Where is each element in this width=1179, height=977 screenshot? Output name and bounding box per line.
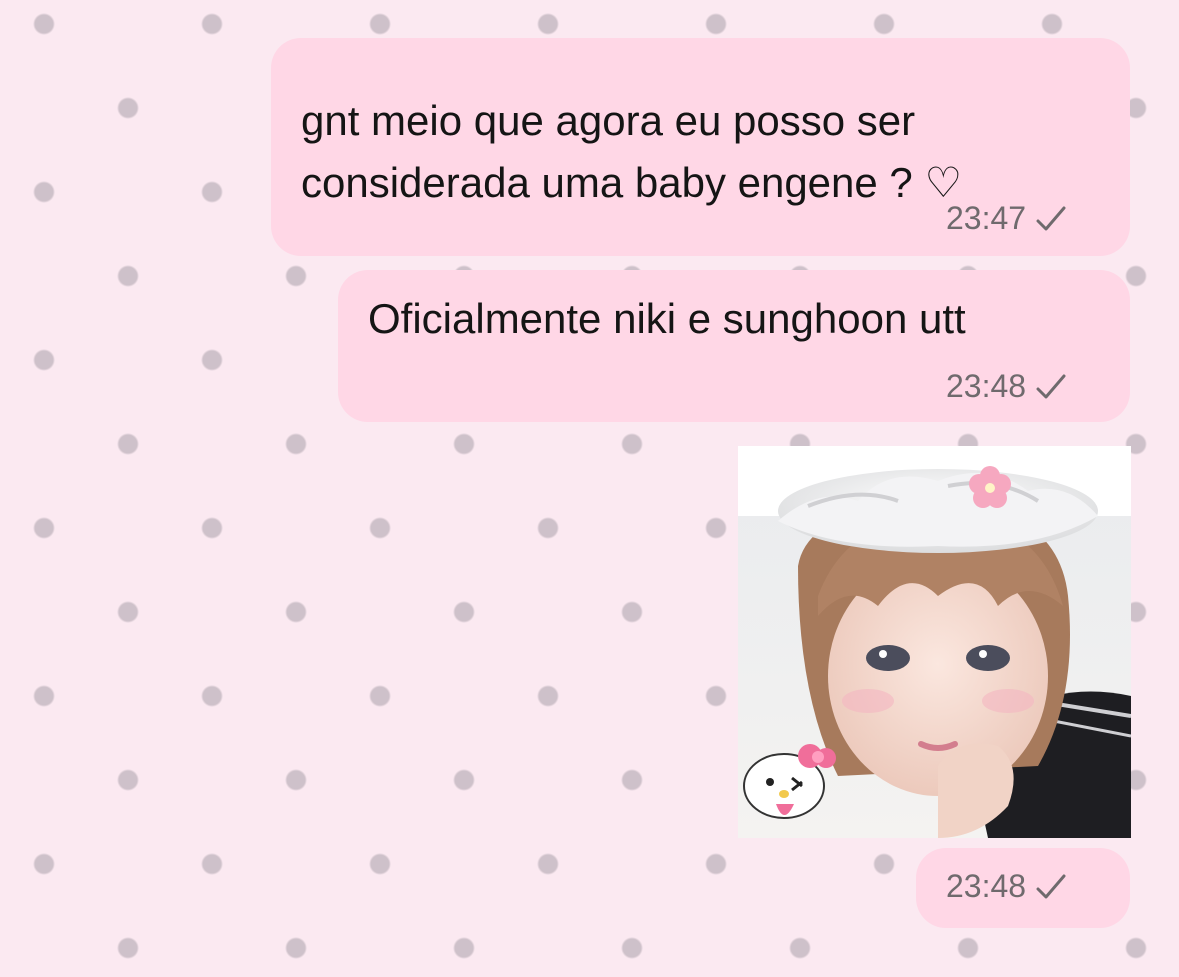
photo-image [738,446,1131,838]
check-icon [1036,874,1066,898]
message-text: gnt meio que agora eu posso ser consider… [301,97,963,206]
message-text: Oficialmente niki e sunghoon utt [368,295,966,342]
check-icon [1036,206,1066,230]
message-meta-3: 23:48 [946,868,1066,905]
image-message[interactable] [738,446,1131,838]
chat-thread: gnt meio que agora eu posso ser consider… [0,0,1179,977]
message-meta-1: 23:47 [946,200,1066,237]
message-time: 23:48 [946,368,1027,404]
message-time: 23:48 [946,868,1027,904]
check-icon [1036,374,1066,398]
message-meta-2: 23:48 [946,368,1066,405]
message-time: 23:47 [946,200,1027,236]
